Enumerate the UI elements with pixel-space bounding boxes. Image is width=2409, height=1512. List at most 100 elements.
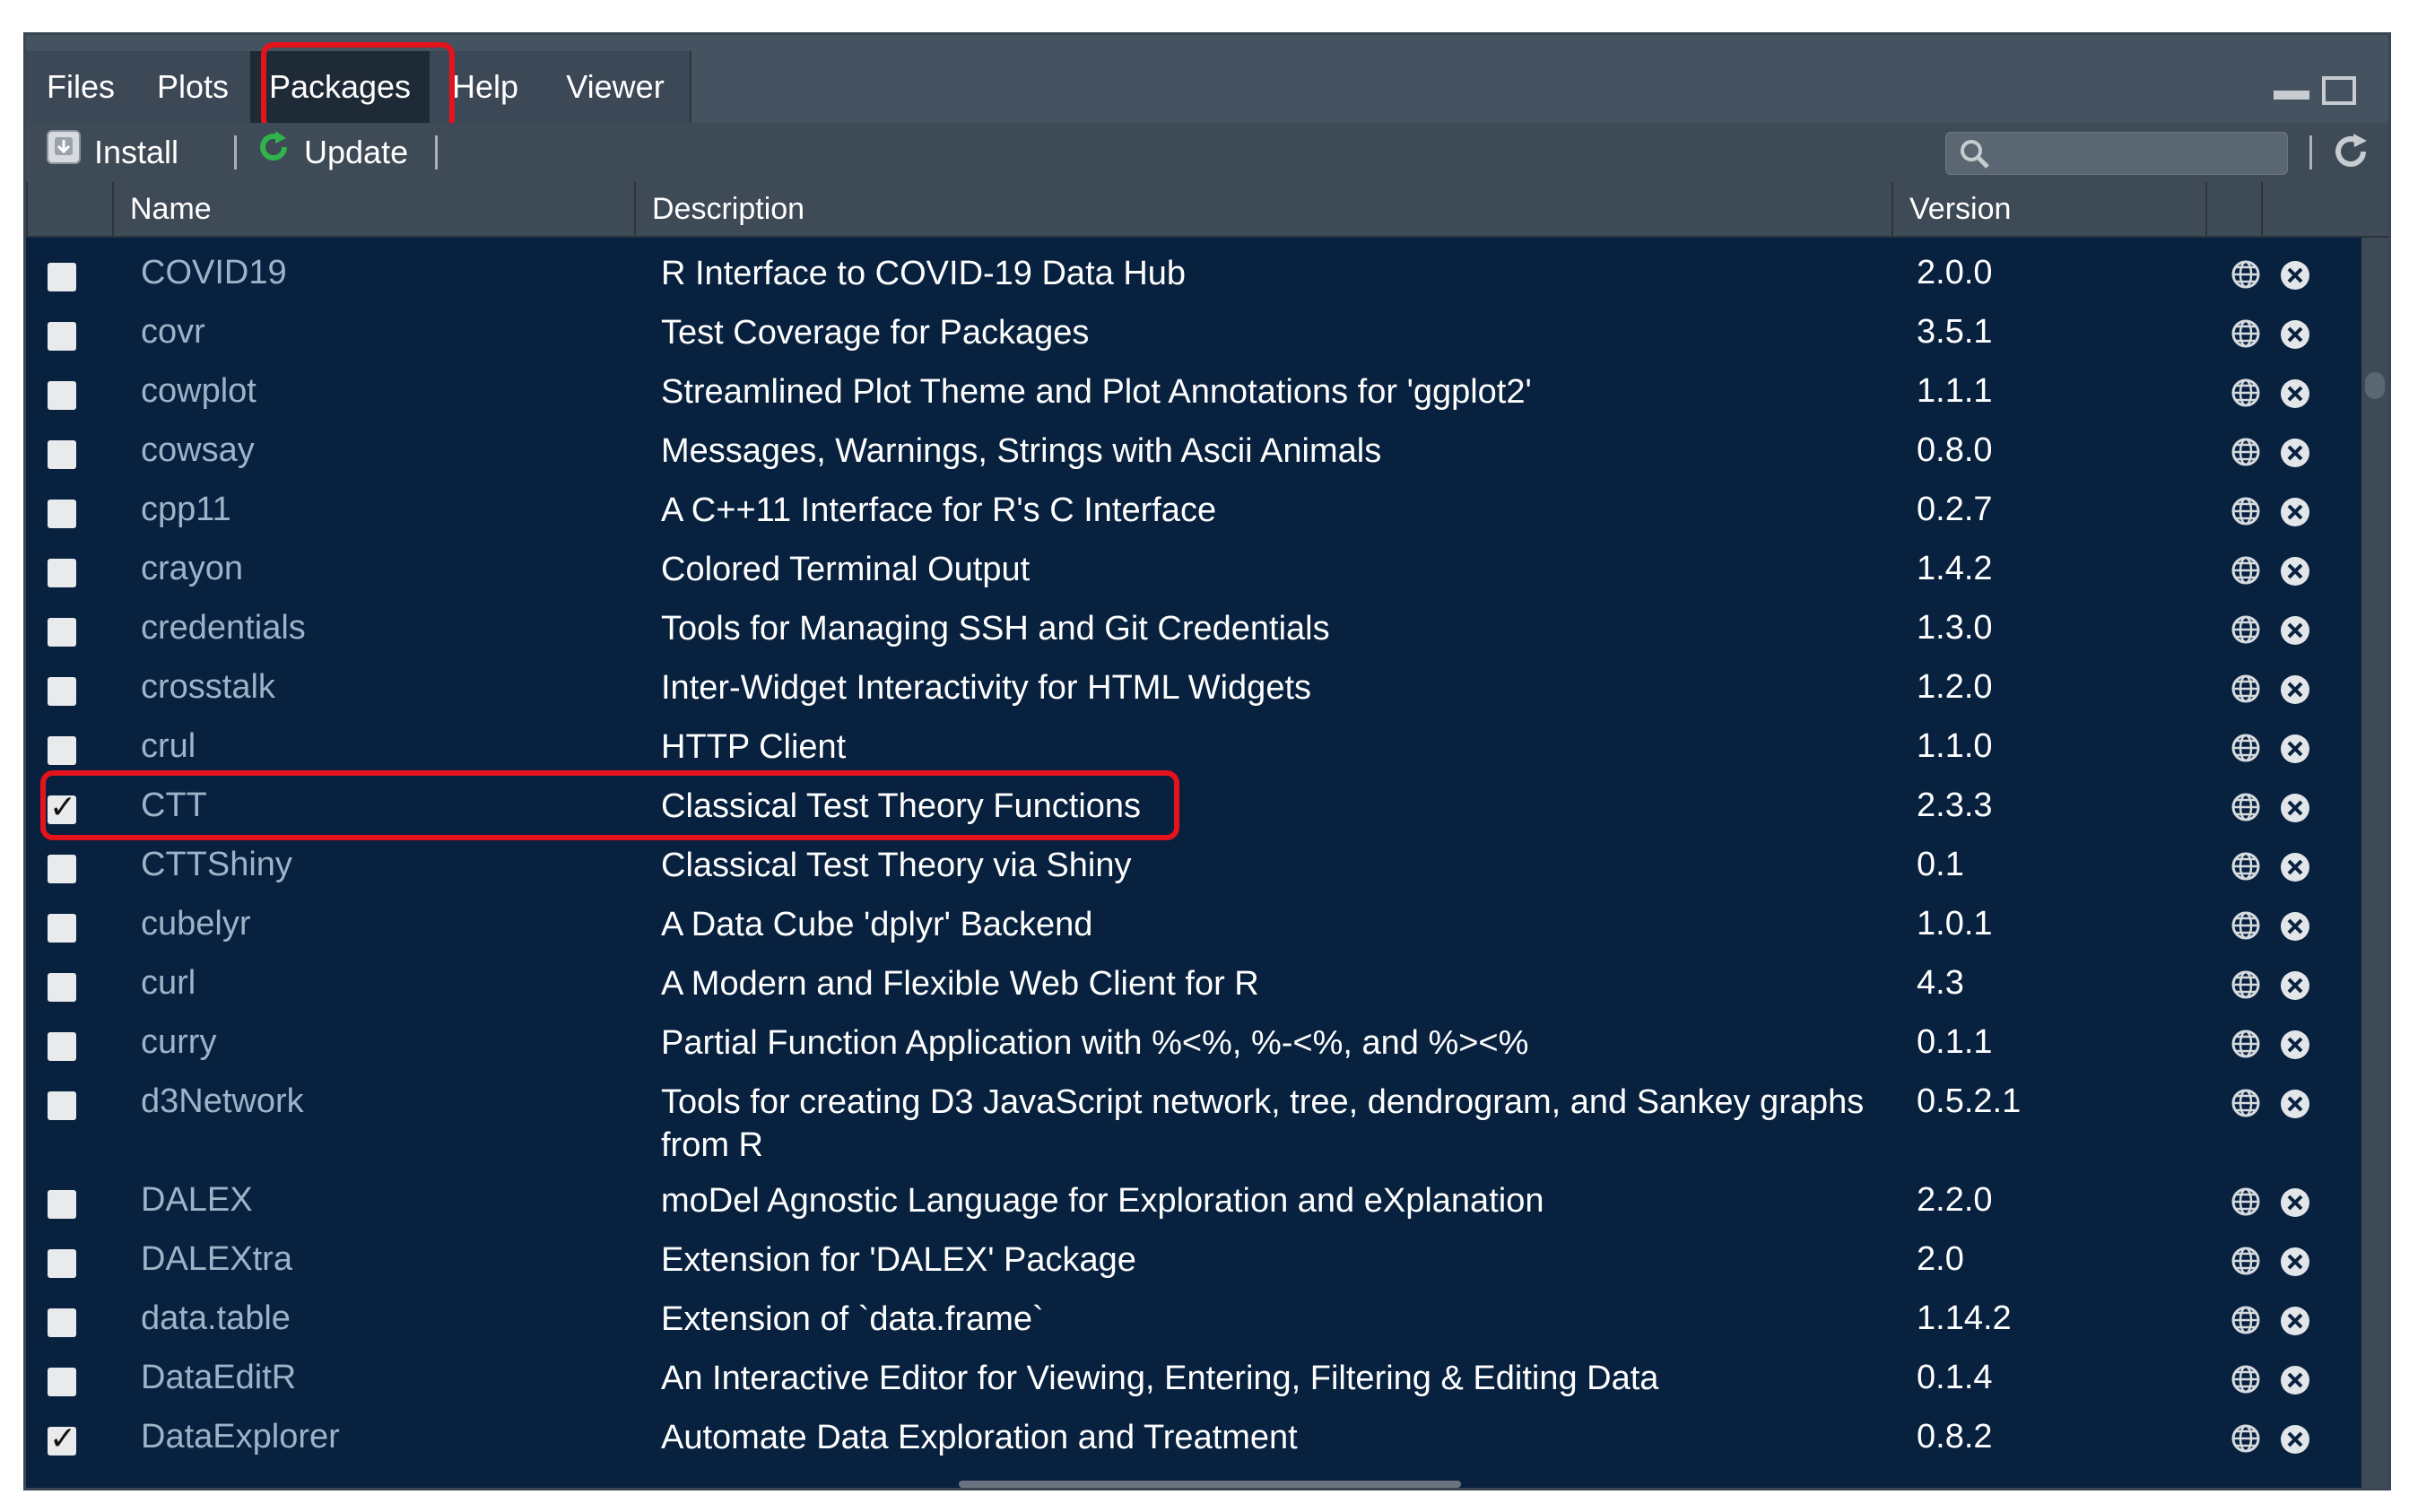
remove-package-icon[interactable]	[2279, 1029, 2311, 1065]
header-version[interactable]: Version	[1892, 182, 2205, 236]
remove-package-icon[interactable]	[2279, 614, 2311, 651]
update-button[interactable]: Update	[256, 123, 408, 182]
vertical-scrollbar[interactable]	[2361, 238, 2388, 1488]
package-checkbox[interactable]	[48, 322, 76, 351]
remove-package-icon[interactable]	[2279, 496, 2311, 533]
globe-icon[interactable]	[2231, 555, 2261, 590]
remove-package-icon[interactable]	[2279, 1305, 2311, 1342]
remove-package-icon[interactable]	[2279, 733, 2311, 769]
minimize-pane-icon[interactable]	[2274, 91, 2309, 100]
remove-package-icon[interactable]	[2279, 673, 2311, 710]
package-name-link[interactable]: COVID19	[141, 254, 287, 292]
remove-package-icon[interactable]	[2279, 378, 2311, 414]
tab-plots[interactable]: Plots	[135, 51, 252, 123]
package-name-link[interactable]: curl	[141, 964, 196, 1003]
package-checkbox[interactable]	[48, 677, 76, 706]
remove-package-icon[interactable]	[2279, 437, 2311, 474]
globe-icon[interactable]	[2231, 733, 2261, 768]
package-name-link[interactable]: d3Network	[141, 1082, 304, 1121]
globe-icon[interactable]	[2231, 318, 2261, 353]
package-checkbox[interactable]	[48, 1091, 76, 1120]
package-name-link[interactable]: cubelyr	[141, 905, 251, 943]
maximize-pane-icon[interactable]	[2322, 76, 2356, 105]
package-checkbox[interactable]	[48, 1420, 76, 1457]
package-row-DALEX[interactable]: DALEX moDel Agnostic Language for Explora…	[26, 1176, 2367, 1230]
package-checkbox[interactable]	[48, 440, 76, 469]
remove-package-icon[interactable]	[2279, 1088, 2311, 1125]
scrollbar-thumb[interactable]	[2365, 372, 2385, 399]
package-name-link[interactable]: cpp11	[141, 491, 231, 529]
remove-package-icon[interactable]	[2279, 792, 2311, 829]
package-checkbox[interactable]	[48, 914, 76, 943]
globe-icon[interactable]	[2231, 1029, 2261, 1064]
package-row-cowplot[interactable]: cowplot Streamlined Plot Theme and Plot A…	[26, 367, 2367, 421]
globe-icon[interactable]	[2231, 851, 2261, 886]
package-row-DataExplorer[interactable]: DataExplorer Automate Data Exploration an…	[26, 1412, 2367, 1466]
package-checkbox[interactable]	[48, 855, 76, 883]
search-box[interactable]	[1945, 132, 2288, 175]
package-name-link[interactable]: credentials	[141, 609, 306, 647]
package-checkbox[interactable]	[48, 1308, 76, 1337]
remove-package-icon[interactable]	[2279, 259, 2311, 296]
package-row-credentials[interactable]: credentials Tools for Managing SSH and Gi…	[26, 604, 2367, 657]
install-button[interactable]: Install	[46, 123, 178, 182]
globe-icon[interactable]	[2231, 1423, 2261, 1458]
package-name-link[interactable]: crosstalk	[141, 668, 275, 707]
package-row-COVID19[interactable]: COVID19 R Interface to COVID-19 Data Hub 2…	[26, 248, 2367, 302]
remove-package-icon[interactable]	[2279, 1423, 2311, 1460]
package-checkbox[interactable]	[48, 500, 76, 528]
remove-package-icon[interactable]	[2279, 555, 2311, 592]
tab-help[interactable]: Help	[430, 51, 543, 123]
globe-icon[interactable]	[2231, 1246, 2261, 1281]
package-row-d3Network[interactable]: d3Network Tools for creating D3 JavaScrip…	[26, 1077, 2367, 1164]
tab-files[interactable]: Files	[26, 51, 137, 123]
package-name-link[interactable]: DataExplorer	[141, 1418, 340, 1456]
package-row-DataEditR[interactable]: DataEditR An Interactive Editor for Viewi…	[26, 1353, 2367, 1407]
package-row-curry[interactable]: curry Partial Function Application with %…	[26, 1018, 2367, 1072]
globe-icon[interactable]	[2231, 496, 2261, 531]
globe-icon[interactable]	[2231, 378, 2261, 413]
package-checkbox[interactable]	[48, 1368, 76, 1396]
package-name-link[interactable]: crayon	[141, 550, 243, 588]
tab-viewer[interactable]: Viewer	[541, 51, 691, 123]
package-checkbox[interactable]	[48, 1190, 76, 1219]
package-name-link[interactable]: cowsay	[141, 431, 255, 470]
refresh-icon[interactable]	[2329, 130, 2372, 178]
package-checkbox[interactable]	[48, 788, 76, 826]
remove-package-icon[interactable]	[2279, 318, 2311, 355]
globe-icon[interactable]	[2231, 437, 2261, 472]
remove-package-icon[interactable]	[2279, 1186, 2311, 1223]
package-row-cubelyr[interactable]: cubelyr A Data Cube 'dplyr' Backend 1.0.1	[26, 899, 2367, 953]
globe-icon[interactable]	[2231, 792, 2261, 827]
package-checkbox[interactable]	[48, 736, 76, 765]
package-name-link[interactable]: DALEXtra	[141, 1240, 292, 1279]
remove-package-icon[interactable]	[2279, 969, 2311, 1006]
globe-icon[interactable]	[2231, 1305, 2261, 1340]
package-name-link[interactable]: DALEX	[141, 1181, 253, 1220]
header-name[interactable]: Name	[112, 182, 634, 236]
package-row-data.table[interactable]: data.table Extension of `data.frame` 1.14.…	[26, 1294, 2367, 1348]
package-name-link[interactable]: data.table	[141, 1299, 291, 1338]
package-row-CTT[interactable]: CTT Classical Test Theory Functions 2.3.3	[26, 781, 2367, 835]
package-name-link[interactable]: CTT	[141, 786, 207, 825]
package-row-cpp11[interactable]: cpp11 A C++11 Interface for R's C Interfa…	[26, 485, 2367, 539]
globe-icon[interactable]	[2231, 910, 2261, 945]
package-row-crayon[interactable]: crayon Colored Terminal Output 1.4.2	[26, 544, 2367, 598]
horizontal-scrollbar[interactable]	[959, 1481, 1461, 1488]
package-checkbox[interactable]	[48, 381, 76, 410]
globe-icon[interactable]	[2231, 1364, 2261, 1399]
package-row-covr[interactable]: covr Test Coverage for Packages 3.5.1	[26, 308, 2367, 361]
package-checkbox[interactable]	[48, 263, 76, 291]
package-row-CTTShiny[interactable]: CTTShiny Classical Test Theory via Shiny 0…	[26, 840, 2367, 894]
package-row-DALEXtra[interactable]: DALEXtra Extension for 'DALEX' Package 2.0	[26, 1235, 2367, 1289]
header-description[interactable]: Description	[634, 182, 1892, 236]
package-row-crul[interactable]: crul HTTP Client 1.1.0	[26, 722, 2367, 776]
package-name-link[interactable]: covr	[141, 313, 205, 352]
package-name-link[interactable]: DataEditR	[141, 1359, 296, 1397]
globe-icon[interactable]	[2231, 614, 2261, 649]
remove-package-icon[interactable]	[2279, 910, 2311, 947]
globe-icon[interactable]	[2231, 673, 2261, 708]
package-name-link[interactable]: CTTShiny	[141, 846, 292, 884]
package-checkbox[interactable]	[48, 1032, 76, 1061]
globe-icon[interactable]	[2231, 259, 2261, 294]
